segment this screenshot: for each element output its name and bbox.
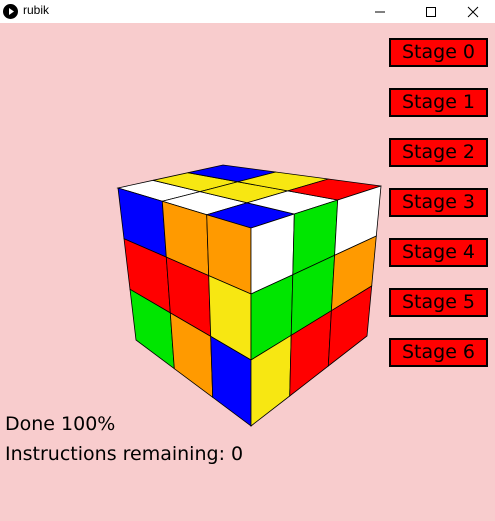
stage-4-button[interactable]: Stage 4 [389,238,488,267]
instructions-remaining: Instructions remaining: 0 [5,443,244,465]
stage-5-button[interactable]: Stage 5 [389,288,488,317]
stage-1-button[interactable]: Stage 1 [389,88,488,117]
done-status: Done 100% [5,413,116,435]
stage-0-button[interactable]: Stage 0 [389,38,488,67]
stage-6-button[interactable]: Stage 6 [389,338,488,367]
stage-2-button[interactable]: Stage 2 [389,138,488,167]
stage-3-button[interactable]: Stage 3 [389,188,488,217]
